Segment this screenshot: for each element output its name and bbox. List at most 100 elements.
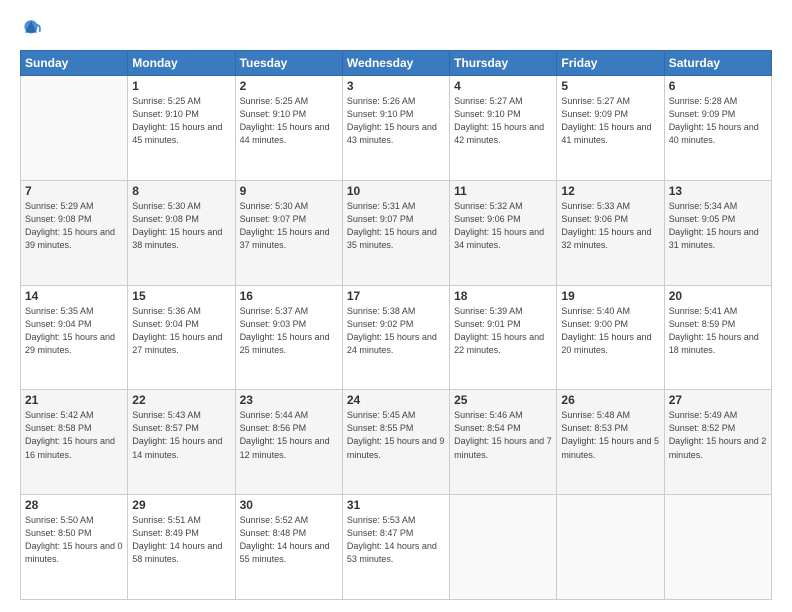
day-info: Sunrise: 5:42 AMSunset: 8:58 PMDaylight:… bbox=[25, 409, 123, 461]
calendar-cell: 1 Sunrise: 5:25 AMSunset: 9:10 PMDayligh… bbox=[128, 76, 235, 181]
weekday-header-wednesday: Wednesday bbox=[342, 51, 449, 76]
calendar-cell: 25 Sunrise: 5:46 AMSunset: 8:54 PMDaylig… bbox=[450, 390, 557, 495]
day-number: 10 bbox=[347, 184, 445, 198]
day-number: 16 bbox=[240, 289, 338, 303]
day-info: Sunrise: 5:40 AMSunset: 9:00 PMDaylight:… bbox=[561, 305, 659, 357]
day-info: Sunrise: 5:32 AMSunset: 9:06 PMDaylight:… bbox=[454, 200, 552, 252]
day-number: 18 bbox=[454, 289, 552, 303]
day-info: Sunrise: 5:50 AMSunset: 8:50 PMDaylight:… bbox=[25, 514, 123, 566]
day-number: 31 bbox=[347, 498, 445, 512]
calendar-cell: 9 Sunrise: 5:30 AMSunset: 9:07 PMDayligh… bbox=[235, 180, 342, 285]
day-number: 2 bbox=[240, 79, 338, 93]
day-number: 24 bbox=[347, 393, 445, 407]
day-info: Sunrise: 5:44 AMSunset: 8:56 PMDaylight:… bbox=[240, 409, 338, 461]
calendar-cell: 16 Sunrise: 5:37 AMSunset: 9:03 PMDaylig… bbox=[235, 285, 342, 390]
day-number: 4 bbox=[454, 79, 552, 93]
calendar-cell: 29 Sunrise: 5:51 AMSunset: 8:49 PMDaylig… bbox=[128, 495, 235, 600]
calendar-cell: 28 Sunrise: 5:50 AMSunset: 8:50 PMDaylig… bbox=[21, 495, 128, 600]
day-info: Sunrise: 5:25 AMSunset: 9:10 PMDaylight:… bbox=[132, 95, 230, 147]
calendar-cell: 22 Sunrise: 5:43 AMSunset: 8:57 PMDaylig… bbox=[128, 390, 235, 495]
calendar-cell: 15 Sunrise: 5:36 AMSunset: 9:04 PMDaylig… bbox=[128, 285, 235, 390]
calendar-week-row: 21 Sunrise: 5:42 AMSunset: 8:58 PMDaylig… bbox=[21, 390, 772, 495]
weekday-header-row: SundayMondayTuesdayWednesdayThursdayFrid… bbox=[21, 51, 772, 76]
logo-icon bbox=[20, 18, 42, 40]
weekday-header-tuesday: Tuesday bbox=[235, 51, 342, 76]
calendar-table: SundayMondayTuesdayWednesdayThursdayFrid… bbox=[20, 50, 772, 600]
calendar-cell: 19 Sunrise: 5:40 AMSunset: 9:00 PMDaylig… bbox=[557, 285, 664, 390]
day-number: 14 bbox=[25, 289, 123, 303]
calendar-cell: 17 Sunrise: 5:38 AMSunset: 9:02 PMDaylig… bbox=[342, 285, 449, 390]
calendar-week-row: 1 Sunrise: 5:25 AMSunset: 9:10 PMDayligh… bbox=[21, 76, 772, 181]
day-info: Sunrise: 5:41 AMSunset: 8:59 PMDaylight:… bbox=[669, 305, 767, 357]
day-info: Sunrise: 5:28 AMSunset: 9:09 PMDaylight:… bbox=[669, 95, 767, 147]
day-number: 12 bbox=[561, 184, 659, 198]
logo bbox=[20, 18, 46, 40]
day-number: 9 bbox=[240, 184, 338, 198]
calendar-cell: 14 Sunrise: 5:35 AMSunset: 9:04 PMDaylig… bbox=[21, 285, 128, 390]
day-info: Sunrise: 5:25 AMSunset: 9:10 PMDaylight:… bbox=[240, 95, 338, 147]
weekday-header-sunday: Sunday bbox=[21, 51, 128, 76]
calendar-cell: 13 Sunrise: 5:34 AMSunset: 9:05 PMDaylig… bbox=[664, 180, 771, 285]
day-info: Sunrise: 5:51 AMSunset: 8:49 PMDaylight:… bbox=[132, 514, 230, 566]
day-info: Sunrise: 5:52 AMSunset: 8:48 PMDaylight:… bbox=[240, 514, 338, 566]
day-number: 5 bbox=[561, 79, 659, 93]
calendar-cell: 20 Sunrise: 5:41 AMSunset: 8:59 PMDaylig… bbox=[664, 285, 771, 390]
day-number: 27 bbox=[669, 393, 767, 407]
day-info: Sunrise: 5:35 AMSunset: 9:04 PMDaylight:… bbox=[25, 305, 123, 357]
calendar-cell: 11 Sunrise: 5:32 AMSunset: 9:06 PMDaylig… bbox=[450, 180, 557, 285]
calendar-cell: 24 Sunrise: 5:45 AMSunset: 8:55 PMDaylig… bbox=[342, 390, 449, 495]
day-info: Sunrise: 5:26 AMSunset: 9:10 PMDaylight:… bbox=[347, 95, 445, 147]
day-info: Sunrise: 5:48 AMSunset: 8:53 PMDaylight:… bbox=[561, 409, 659, 461]
day-number: 19 bbox=[561, 289, 659, 303]
day-info: Sunrise: 5:53 AMSunset: 8:47 PMDaylight:… bbox=[347, 514, 445, 566]
day-info: Sunrise: 5:30 AMSunset: 9:07 PMDaylight:… bbox=[240, 200, 338, 252]
calendar-cell bbox=[450, 495, 557, 600]
day-number: 1 bbox=[132, 79, 230, 93]
day-info: Sunrise: 5:36 AMSunset: 9:04 PMDaylight:… bbox=[132, 305, 230, 357]
calendar-cell: 27 Sunrise: 5:49 AMSunset: 8:52 PMDaylig… bbox=[664, 390, 771, 495]
day-info: Sunrise: 5:27 AMSunset: 9:09 PMDaylight:… bbox=[561, 95, 659, 147]
weekday-header-saturday: Saturday bbox=[664, 51, 771, 76]
day-number: 7 bbox=[25, 184, 123, 198]
weekday-header-thursday: Thursday bbox=[450, 51, 557, 76]
day-number: 15 bbox=[132, 289, 230, 303]
calendar-cell: 3 Sunrise: 5:26 AMSunset: 9:10 PMDayligh… bbox=[342, 76, 449, 181]
calendar-cell: 7 Sunrise: 5:29 AMSunset: 9:08 PMDayligh… bbox=[21, 180, 128, 285]
calendar-cell: 2 Sunrise: 5:25 AMSunset: 9:10 PMDayligh… bbox=[235, 76, 342, 181]
day-info: Sunrise: 5:49 AMSunset: 8:52 PMDaylight:… bbox=[669, 409, 767, 461]
calendar-cell bbox=[557, 495, 664, 600]
day-number: 3 bbox=[347, 79, 445, 93]
calendar-cell: 5 Sunrise: 5:27 AMSunset: 9:09 PMDayligh… bbox=[557, 76, 664, 181]
day-number: 26 bbox=[561, 393, 659, 407]
calendar-cell: 26 Sunrise: 5:48 AMSunset: 8:53 PMDaylig… bbox=[557, 390, 664, 495]
day-number: 22 bbox=[132, 393, 230, 407]
calendar-week-row: 14 Sunrise: 5:35 AMSunset: 9:04 PMDaylig… bbox=[21, 285, 772, 390]
calendar-cell: 23 Sunrise: 5:44 AMSunset: 8:56 PMDaylig… bbox=[235, 390, 342, 495]
day-number: 21 bbox=[25, 393, 123, 407]
day-info: Sunrise: 5:43 AMSunset: 8:57 PMDaylight:… bbox=[132, 409, 230, 461]
day-info: Sunrise: 5:27 AMSunset: 9:10 PMDaylight:… bbox=[454, 95, 552, 147]
calendar-cell bbox=[664, 495, 771, 600]
calendar-cell bbox=[21, 76, 128, 181]
calendar-week-row: 28 Sunrise: 5:50 AMSunset: 8:50 PMDaylig… bbox=[21, 495, 772, 600]
weekday-header-friday: Friday bbox=[557, 51, 664, 76]
day-number: 20 bbox=[669, 289, 767, 303]
calendar-cell: 10 Sunrise: 5:31 AMSunset: 9:07 PMDaylig… bbox=[342, 180, 449, 285]
day-number: 25 bbox=[454, 393, 552, 407]
calendar-cell: 12 Sunrise: 5:33 AMSunset: 9:06 PMDaylig… bbox=[557, 180, 664, 285]
day-info: Sunrise: 5:34 AMSunset: 9:05 PMDaylight:… bbox=[669, 200, 767, 252]
day-number: 23 bbox=[240, 393, 338, 407]
calendar-cell: 21 Sunrise: 5:42 AMSunset: 8:58 PMDaylig… bbox=[21, 390, 128, 495]
day-info: Sunrise: 5:46 AMSunset: 8:54 PMDaylight:… bbox=[454, 409, 552, 461]
calendar-cell: 6 Sunrise: 5:28 AMSunset: 9:09 PMDayligh… bbox=[664, 76, 771, 181]
day-info: Sunrise: 5:30 AMSunset: 9:08 PMDaylight:… bbox=[132, 200, 230, 252]
calendar-cell: 30 Sunrise: 5:52 AMSunset: 8:48 PMDaylig… bbox=[235, 495, 342, 600]
day-number: 8 bbox=[132, 184, 230, 198]
day-info: Sunrise: 5:31 AMSunset: 9:07 PMDaylight:… bbox=[347, 200, 445, 252]
calendar-week-row: 7 Sunrise: 5:29 AMSunset: 9:08 PMDayligh… bbox=[21, 180, 772, 285]
header bbox=[20, 18, 772, 40]
day-number: 13 bbox=[669, 184, 767, 198]
day-number: 28 bbox=[25, 498, 123, 512]
day-number: 11 bbox=[454, 184, 552, 198]
day-number: 30 bbox=[240, 498, 338, 512]
